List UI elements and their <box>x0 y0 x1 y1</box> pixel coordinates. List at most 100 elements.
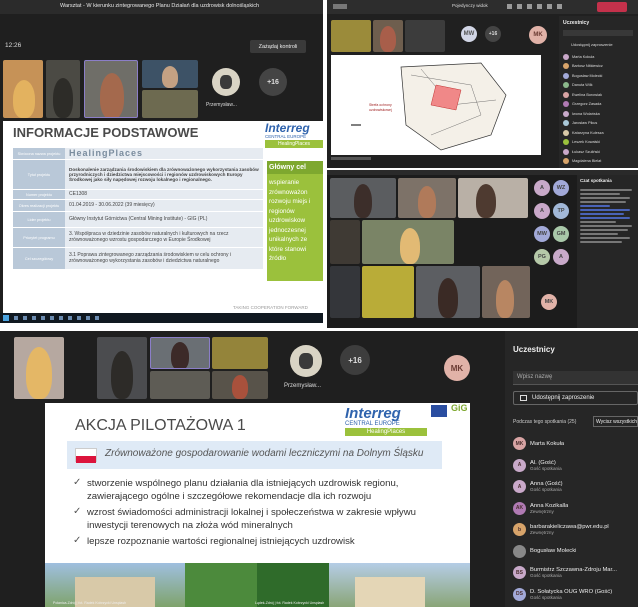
bottom-participants-panel: Uczestnicy Wpisz nazwę Udostępnij zapros… <box>505 331 638 607</box>
video-tile-1[interactable] <box>3 60 43 118</box>
mr-video-3[interactable] <box>458 178 528 218</box>
tr-participant-avatar <box>563 129 569 136</box>
tr-participant-row[interactable]: Magdalena Bielat <box>563 157 635 167</box>
tr-share-label[interactable]: Udostępnij zaproszenie <box>571 42 613 47</box>
slide-footer: TAKING COOPERATION FORWARD <box>233 305 308 310</box>
bottom-video-4[interactable] <box>150 371 210 399</box>
participant-role: Gość spotkania <box>530 487 562 493</box>
bottom-video-1[interactable] <box>14 337 64 399</box>
participant-row[interactable]: Bogusław Molecki <box>513 541 638 563</box>
dog-avatar[interactable] <box>212 68 240 96</box>
mr-video-8[interactable] <box>416 266 480 318</box>
check-icon: ✓ <box>73 535 82 546</box>
mr-avatar[interactable]: A <box>534 203 550 219</box>
overflow-count[interactable]: +16 <box>259 68 287 96</box>
mute-all-button[interactable]: Wycisz wszystkich <box>593 416 638 427</box>
tr-participant-avatar <box>563 82 569 89</box>
mr-avatar[interactable]: TP <box>553 203 569 219</box>
bottom-video-3[interactable] <box>150 337 210 369</box>
mr-avatar[interactable]: MK <box>541 294 557 310</box>
video-tile-4[interactable] <box>142 60 198 88</box>
tr-participant-row[interactable]: Grzegorz Zasada <box>563 100 635 110</box>
mr-video-5[interactable] <box>362 220 454 264</box>
tr-participant-row[interactable]: Marta Kokuła <box>563 52 635 62</box>
tr-participant-avatar <box>563 101 569 108</box>
toolbar-view-label[interactable]: Pojedynczy widok <box>452 3 488 8</box>
participant-row[interactable]: BS Burmistrz Szczawna-Zdroju Mar... Gość s… <box>513 562 638 584</box>
tr-participant-avatar <box>563 72 569 79</box>
video-tile-3[interactable] <box>84 60 138 118</box>
midright-window: A WZ A TP MW GM PG A MK Czat spotkania <box>327 170 638 328</box>
mr-avatar[interactable]: MW <box>534 226 550 242</box>
tr-participant-row[interactable]: Leszek Kowalski <box>563 138 635 148</box>
mr-video-7[interactable] <box>362 266 414 318</box>
tr-participant-name: Ewelina Borowiak <box>572 92 602 97</box>
share-icon <box>520 395 527 401</box>
participant-row[interactable]: A Anna (Gość) Gość spotkania <box>513 476 638 498</box>
bullet-item: ✓ stworzenie wspólnego planu działania dl… <box>73 477 443 503</box>
participant-row[interactable]: AK Anna Kozikalla Zewnętrzny <box>513 498 638 520</box>
tr-video-2[interactable] <box>373 20 403 52</box>
clock-text: 12:26 <box>5 42 22 49</box>
mr-video-1[interactable] <box>330 178 396 218</box>
info-table-row: Priorytet programu 3. Współpraca w dziedz… <box>13 228 263 248</box>
tr-participant-row[interactable]: Jarosław Pikus <box>563 119 635 129</box>
bottom-video-5[interactable] <box>212 337 268 369</box>
share-invite-button[interactable]: Udostępnij zaproszenie <box>513 391 638 405</box>
mr-video-9[interactable] <box>482 266 530 318</box>
tr-avatar-mk[interactable]: MK <box>529 26 547 44</box>
participant-row[interactable]: b barbarakieliczawa@pwr.edu.pl Zewnętrzny <box>513 519 638 541</box>
topleft-window: Warsztat - W kierunku zintegrowanego Pla… <box>0 0 323 323</box>
mr-video-6[interactable] <box>330 266 360 318</box>
info-row-label: Okres realizacji projektu <box>13 200 65 211</box>
tr-video-3[interactable] <box>405 20 445 52</box>
bottom-overflow-count[interactable]: +16 <box>340 345 370 375</box>
side-goal-header: Główny cel <box>267 161 323 174</box>
info-row-value: Główny Instytut Górnictwa (Central Minin… <box>65 212 263 227</box>
search-input[interactable]: Wpisz nazwę <box>513 371 638 385</box>
bottom-dog-avatar[interactable] <box>290 345 322 377</box>
participant-role: Gość spotkania <box>530 465 562 471</box>
banner-box: Zrównoważone gospodarowanie wodami leczn… <box>67 441 442 469</box>
topright-window: Pojedynczy widok MW +16 MK Strefa ochron… <box>327 0 638 168</box>
tr-participant-row[interactable]: Bogusław Molecki <box>563 71 635 81</box>
tr-avatar-mw[interactable]: MW <box>461 26 477 42</box>
taskbar <box>0 313 323 323</box>
tr-participant-row[interactable]: Danuta Wilk <box>563 81 635 91</box>
mr-video-4[interactable] <box>330 220 360 264</box>
tr-participant-row[interactable]: Ewelina Borowiak <box>563 90 635 100</box>
windows-icon[interactable] <box>3 315 9 321</box>
mr-avatar[interactable]: A <box>553 249 569 265</box>
tr-participant-name: Bartosz Nitkiewicz <box>572 64 603 69</box>
video-tile-5[interactable] <box>142 90 198 118</box>
mr-video-2[interactable] <box>398 178 456 218</box>
participant-avatar: MK <box>513 437 526 451</box>
mr-avatar[interactable]: PG <box>534 249 550 265</box>
bottom-video-6[interactable] <box>212 371 268 399</box>
tr-avatar-extra[interactable]: +16 <box>485 26 501 42</box>
participant-row[interactable]: MK Marta Kokuła <box>513 433 638 455</box>
tr-participant-avatar <box>563 110 569 117</box>
participant-row[interactable]: DS D. Sołatycka OUG WRO (Gość) Gość spotka… <box>513 584 638 606</box>
tr-participant-list: Marta Kokuła Bartosz Nitkiewicz Bogusław M… <box>563 52 635 166</box>
video-tile-2[interactable] <box>46 60 80 118</box>
participant-avatar: b <box>513 523 526 537</box>
mr-avatar[interactable]: GM <box>553 226 569 242</box>
participant-row[interactable]: A Al. (Gość) Gość spotkania <box>513 455 638 477</box>
tr-video-1[interactable] <box>331 20 371 52</box>
tr-participant-row[interactable]: Łukasz Szuliński <box>563 147 635 157</box>
meeting-chat: Czat spotkania <box>577 175 638 328</box>
tr-participant-row[interactable]: Bartosz Nitkiewicz <box>563 62 635 72</box>
tr-participant-row[interactable]: Katarzyna Kulesza <box>563 128 635 138</box>
request-control-button[interactable]: Zażądaj kontroli <box>250 40 306 53</box>
topright-toolbar: Pojedynczy widok <box>327 0 638 14</box>
tr-participant-row[interactable]: Iwona Wolańska <box>563 109 635 119</box>
my-avatar[interactable]: MK <box>444 355 470 381</box>
info-row-value: 3.1 Poprawa zintegrowanego zarządzania ś… <box>65 248 263 269</box>
mr-avatar[interactable]: A <box>534 180 550 196</box>
mr-avatar[interactable]: WZ <box>553 180 569 196</box>
leave-button[interactable] <box>597 2 627 12</box>
bottom-video-2[interactable] <box>97 337 147 399</box>
photo-strip: Polanica-Zdrój | fot. Radek Kobrzycki Un… <box>45 563 470 607</box>
info-table-row: Okres realizacji projektu 01.04.2019 - 30… <box>13 200 263 212</box>
